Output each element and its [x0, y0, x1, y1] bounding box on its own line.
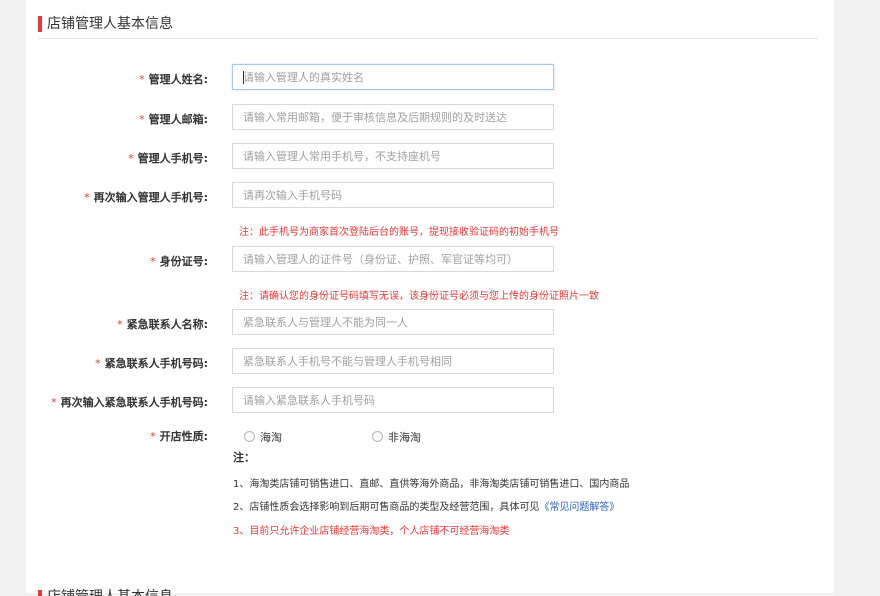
- section-accent-bar: [38, 590, 42, 596]
- required-mark: *: [139, 73, 145, 86]
- notes-line-1: 1、海淘类店铺可销售进口、直邮、直供等海外商品，非海淘类店铺可销售进口、国内商品: [233, 479, 630, 490]
- manager-email-field[interactable]: [232, 104, 554, 130]
- manager-phone-input[interactable]: [233, 144, 543, 168]
- emergency-name-field[interactable]: [232, 309, 554, 335]
- emergency-phone-confirm-input[interactable]: [233, 388, 543, 412]
- required-mark: *: [150, 255, 156, 268]
- manager-phone-field[interactable]: [232, 143, 554, 169]
- required-mark: *: [95, 357, 101, 370]
- emergency-phone-input[interactable]: [233, 349, 543, 373]
- notes-line-2: 2、店铺性质会选择影响到后期可售商品的类型及经营范围，具体可见《常见问题解答》: [233, 502, 620, 513]
- radio-option-non-haitao[interactable]: 非海淘: [372, 429, 421, 445]
- notes-line-3: 3、目前只允许企业店铺经营海淘类，个人店铺不可经营海淘类: [233, 526, 510, 537]
- field-label-emergency-name: * 紧急联系人名称:: [117, 318, 208, 331]
- field-label-manager-phone-confirm: * 再次输入管理人手机号:: [84, 191, 208, 204]
- section-accent-bar: [38, 16, 42, 32]
- form-row-emergency-phone-confirm: * 再次输入紧急联系人手机号码:: [0, 387, 880, 417]
- required-mark: *: [150, 430, 156, 443]
- emergency-name-input[interactable]: [233, 310, 543, 334]
- id-note: 注：请确认您的身份证号码填写无误，该身份证号必须与您上传的身份证照片一致: [239, 291, 599, 302]
- text-cursor: [243, 71, 244, 84]
- form-row-emergency-phone: * 紧急联系人手机号码:: [0, 348, 880, 378]
- required-mark: *: [117, 318, 123, 331]
- radio-button-icon[interactable]: [372, 431, 383, 442]
- notes-heading: 注：: [233, 451, 255, 464]
- radio-option-haitao[interactable]: 海淘: [244, 429, 282, 445]
- next-section-title: 店铺管理人基本信息: [47, 586, 173, 596]
- manager-name-field[interactable]: [232, 64, 554, 90]
- radio-button-icon[interactable]: [244, 431, 255, 442]
- field-label-store-type: * 开店性质:: [150, 430, 208, 443]
- next-section-header: 店铺管理人基本信息: [38, 584, 338, 596]
- emergency-phone-confirm-field[interactable]: [232, 387, 554, 413]
- field-label-manager-email: * 管理人邮箱:: [139, 113, 208, 126]
- required-mark: *: [51, 396, 57, 409]
- form-row-emergency-name: * 紧急联系人名称:: [0, 309, 880, 339]
- form-row-store-type: * 开店性质:: [0, 424, 880, 454]
- required-mark: *: [128, 152, 134, 165]
- form-row-manager-phone: * 管理人手机号:: [0, 143, 880, 173]
- field-label-emergency-phone: * 紧急联系人手机号码:: [95, 357, 208, 370]
- field-label-id-number: * 身份证号:: [150, 255, 208, 268]
- phone-note: 注：此手机号为商家首次登陆后台的账号，提现接收验证码的初始手机号: [239, 227, 559, 238]
- id-number-field[interactable]: [232, 246, 554, 272]
- manager-phone-confirm-input[interactable]: [233, 183, 543, 207]
- field-label-manager-name: * 管理人姓名:: [139, 73, 208, 86]
- form-row-id-number: * 身份证号:: [0, 246, 880, 276]
- manager-phone-confirm-field[interactable]: [232, 182, 554, 208]
- field-label-manager-phone: * 管理人手机号:: [128, 152, 208, 165]
- emergency-phone-field[interactable]: [232, 348, 554, 374]
- faq-link[interactable]: 《常见问题解答》: [539, 502, 619, 513]
- form-row-manager-phone-confirm: * 再次输入管理人手机号:: [0, 182, 880, 212]
- manager-email-input[interactable]: [233, 105, 543, 129]
- section-title: 店铺管理人基本信息: [47, 16, 173, 32]
- section-header: 店铺管理人基本信息: [38, 8, 818, 39]
- form-row-manager-email: * 管理人邮箱:: [0, 104, 880, 134]
- required-mark: *: [84, 191, 90, 204]
- form-row-manager-name: * 管理人姓名:: [0, 64, 880, 94]
- field-label-emergency-phone-confirm: * 再次输入紧急联系人手机号码:: [51, 396, 208, 409]
- manager-name-input[interactable]: [233, 65, 543, 89]
- required-mark: *: [139, 113, 145, 126]
- id-number-input[interactable]: [233, 247, 543, 271]
